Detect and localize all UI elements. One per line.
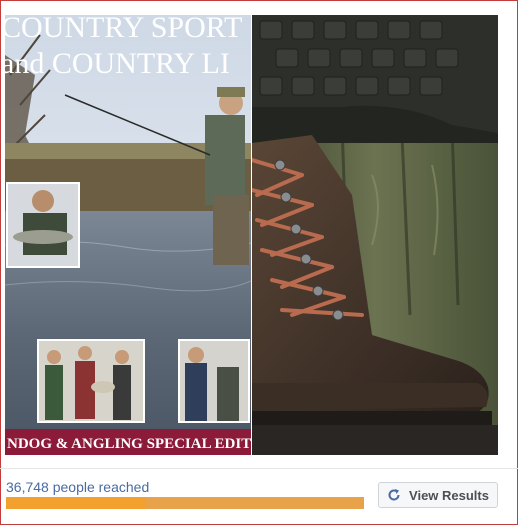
magazine-cover-image[interactable]: COUNTRY SPORT and COUNTRY LI NDOG & ANGL… xyxy=(5,15,251,455)
magazine-banner-text: NDOG & ANGLING SPECIAL EDIT xyxy=(7,436,251,452)
view-results-label: View Results xyxy=(409,487,489,503)
magazine-title-line1: COUNTRY SPORT xyxy=(5,15,242,44)
magazine-title-line2: and COUNTRY LI xyxy=(5,47,230,80)
people-reached-text: 36,748 people reached xyxy=(6,479,150,495)
footer-separator xyxy=(0,468,518,469)
reach-progress-bar xyxy=(6,497,364,509)
boot-image[interactable] xyxy=(252,15,498,455)
refresh-icon xyxy=(387,488,401,502)
reach-progress-fill xyxy=(6,497,146,509)
view-results-button[interactable]: View Results xyxy=(378,482,498,508)
